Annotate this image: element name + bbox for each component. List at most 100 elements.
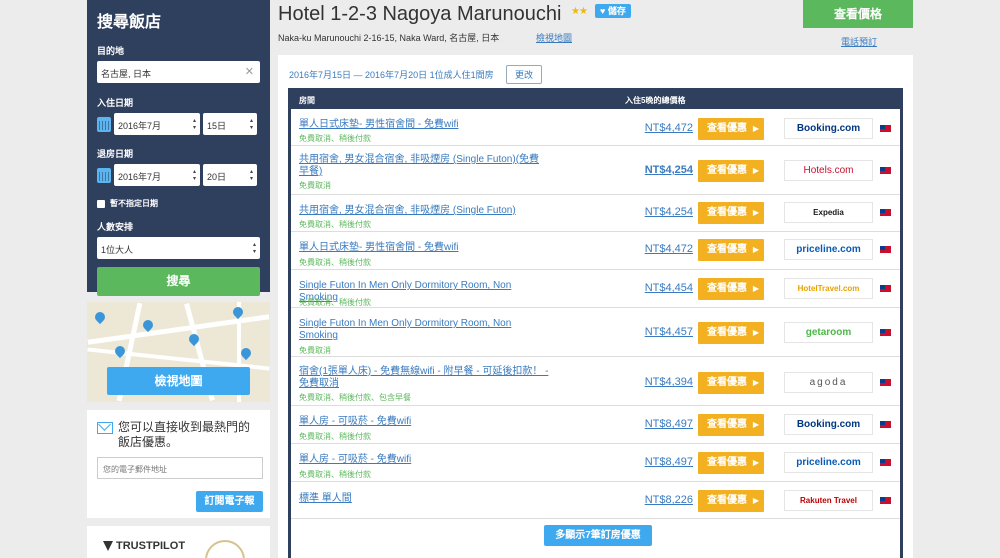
room-name-link[interactable]: 共用宿舍, 男女混合宿舍, 非吸煙房 (Single Futon)	[299, 205, 549, 217]
checkout-day-select[interactable]: 20日	[203, 164, 257, 186]
room-name-link[interactable]: 單人日式床墊- 男性宿舍間 - 免費wifi	[299, 242, 549, 254]
flag-icon	[880, 285, 891, 292]
checkin-label: 入住日期	[97, 98, 134, 108]
guests-select[interactable]: 1位大人	[97, 237, 260, 259]
room-perks: 免費取消	[299, 181, 331, 190]
price-link[interactable]: NT$4,472	[645, 122, 693, 134]
map-pin-icon	[92, 309, 108, 325]
deal-row: 標準 單人間 NT$8,226 查看優惠 Rakuten Travel	[291, 482, 900, 519]
room-name-link[interactable]: 單人房 - 可吸菸 - 免費wifi	[299, 416, 549, 428]
price-link[interactable]: NT$4,472	[645, 243, 693, 255]
room-name-link[interactable]: 共用宿舍, 男女混合宿舍, 非吸煙房 (Single Futon)(免費早餐)	[299, 154, 549, 178]
search-button[interactable]: 搜尋	[97, 267, 260, 296]
room-name-link[interactable]: 宿舍(1張單人床) - 免費無線wifi - 附早餐 - 可延後扣款！ - 免費…	[299, 366, 549, 390]
checkout-month-select[interactable]: 2016年7月	[114, 164, 200, 186]
deal-row: Single Futon In Men Only Dormitory Room,…	[291, 308, 900, 357]
email-heading: 您可以直接收到最熱門的飯店優惠。	[118, 420, 251, 449]
room-perks: 免費取消、稍後付款、包含早餐	[299, 393, 411, 402]
view-deal-button[interactable]: 查看優惠	[698, 452, 764, 474]
change-dates-button[interactable]: 更改	[506, 65, 543, 84]
calendar-icon[interactable]	[97, 116, 111, 132]
provider-logo[interactable]: Booking.com	[784, 414, 873, 435]
price-link[interactable]: NT$4,454	[645, 282, 693, 294]
deal-row: 共用宿舍, 男女混合宿舍, 非吸煙房 (Single Futon) 免費取消、稍後…	[291, 195, 900, 232]
map-link[interactable]: 檢視地圖	[536, 31, 572, 44]
provider-logo[interactable]: HotelTravel.com	[784, 278, 873, 299]
room-name-link[interactable]: 單人日式床墊- 男性宿舍間 - 免費wifi	[299, 119, 549, 131]
deals-table: 房間 入住5晚的總價格 單人日式床墊- 男性宿舍間 - 免費wifi 免費取消、稍…	[288, 88, 903, 558]
room-perks: 免費取消、稍後付款	[299, 134, 371, 143]
trustpilot-box: TRUSTPILOT	[87, 526, 270, 558]
flag-icon	[880, 246, 891, 253]
price-link[interactable]: NT$8,497	[645, 418, 693, 430]
hotel-address: Naka-ku Marunouchi 2-16-15, Naka Ward, 名…	[278, 33, 500, 43]
view-deal-button[interactable]: 查看優惠	[698, 372, 764, 394]
email-signup: 您可以直接收到最熱門的飯店優惠。 您的電子郵件地址 訂閱電子報	[87, 410, 270, 518]
provider-logo[interactable]: priceline.com	[784, 452, 873, 473]
provider-logo[interactable]: Booking.com	[784, 118, 873, 139]
provider-logo[interactable]: Expedia	[784, 202, 873, 223]
room-perks: 免費取消、稍後付款	[299, 298, 371, 307]
hotel-title: Hotel 1-2-3 Nagoya Marunouchi	[278, 3, 562, 25]
column-price: 入住5晚的總價格	[625, 96, 686, 105]
room-name-link[interactable]: Single Futon In Men Only Dormitory Room,…	[299, 318, 549, 342]
deal-row: 單人房 - 可吸菸 - 免費wifi 免費取消、稍後付款 NT$8,497 查看優惠 B…	[291, 406, 900, 444]
show-more-deals-button[interactable]: 多顯示7筆訂房優惠	[544, 525, 652, 546]
view-deal-button[interactable]: 查看優惠	[698, 239, 764, 261]
destination-input[interactable]: 名古屋, 日本 ✕	[97, 61, 260, 83]
flag-icon	[880, 497, 891, 504]
deal-row: 共用宿舍, 男女混合宿舍, 非吸煙房 (Single Futon)(免費早餐) 免…	[291, 146, 900, 195]
view-map-button[interactable]: 檢視地圖	[107, 367, 250, 395]
flag-icon	[880, 459, 891, 466]
view-price-button[interactable]: 查看價格	[803, 0, 913, 28]
award-seal-icon	[205, 540, 245, 558]
search-panel: 搜尋飯店 目的地 名古屋, 日本 ✕ 入住日期 2016年7月 15日 退房日期…	[87, 0, 270, 296]
email-input[interactable]: 您的電子郵件地址	[97, 457, 263, 479]
view-deal-button[interactable]: 查看優惠	[698, 160, 764, 182]
price-link[interactable]: NT$4,254	[645, 164, 693, 176]
deal-row: 單人房 - 可吸菸 - 免費wifi 免費取消、稍後付款 NT$8,497 查看優惠 p…	[291, 444, 900, 482]
flag-icon	[880, 125, 891, 132]
room-perks: 免費取消	[299, 346, 331, 355]
destination-value: 名古屋, 日本	[101, 69, 152, 79]
price-link[interactable]: NT$4,457	[645, 326, 693, 338]
trustpilot-icon	[103, 541, 113, 551]
checkin-day-select[interactable]: 15日	[203, 113, 257, 135]
save-button[interactable]: ♥ 儲存	[595, 4, 631, 18]
view-deal-button[interactable]: 查看優惠	[698, 414, 764, 436]
price-link[interactable]: NT$4,394	[645, 376, 693, 388]
provider-logo[interactable]: agoda	[784, 372, 873, 393]
provider-logo[interactable]: Rakuten Travel	[784, 490, 873, 511]
view-deal-button[interactable]: 查看優惠	[698, 322, 764, 344]
view-deal-button[interactable]: 查看優惠	[698, 118, 764, 140]
provider-logo[interactable]: getaroom	[784, 322, 873, 343]
calendar-icon[interactable]	[97, 167, 111, 183]
room-perks: 免費取消、稍後付款	[299, 432, 371, 441]
room-name-link[interactable]: 標準 單人間	[299, 493, 549, 505]
flag-icon	[880, 329, 891, 336]
stay-summary: 2016年7月15日 — 2016年7月20日 1位成人住1間房	[289, 70, 494, 80]
no-date-checkbox[interactable]	[97, 199, 105, 208]
price-link[interactable]: NT$8,226	[645, 494, 693, 506]
view-deal-button[interactable]: 查看優惠	[698, 278, 764, 300]
room-perks: 免費取消、稍後付款	[299, 470, 371, 479]
map-preview[interactable]: 檢視地圖	[87, 302, 270, 402]
view-deal-button[interactable]: 查看優惠	[698, 202, 764, 224]
view-deal-button[interactable]: 查看優惠	[698, 490, 764, 512]
phone-booking-link[interactable]: 電話預訂	[841, 35, 877, 48]
room-name-link[interactable]: 單人房 - 可吸菸 - 免費wifi	[299, 454, 549, 466]
clear-icon[interactable]: ✕	[245, 65, 254, 78]
price-link[interactable]: NT$8,497	[645, 456, 693, 468]
subscribe-button[interactable]: 訂閱電子報	[196, 491, 263, 512]
column-room: 房間	[299, 96, 315, 105]
deals-card: 2016年7月15日 — 2016年7月20日 1位成人住1間房 更改 房間 入…	[278, 55, 913, 558]
table-header: 房間 入住5晚的總價格	[291, 88, 900, 109]
price-link[interactable]: NT$4,254	[645, 206, 693, 218]
trustpilot-label: TRUSTPILOT	[116, 540, 186, 552]
deal-row: Single Futon In Men Only Dormitory Room,…	[291, 270, 900, 308]
provider-logo[interactable]: priceline.com	[784, 239, 873, 260]
search-title: 搜尋飯店	[97, 14, 162, 31]
checkin-month-select[interactable]: 2016年7月	[114, 113, 200, 135]
room-perks: 免費取消、稍後付款	[299, 220, 371, 229]
provider-logo[interactable]: Hotels.com	[784, 160, 873, 181]
